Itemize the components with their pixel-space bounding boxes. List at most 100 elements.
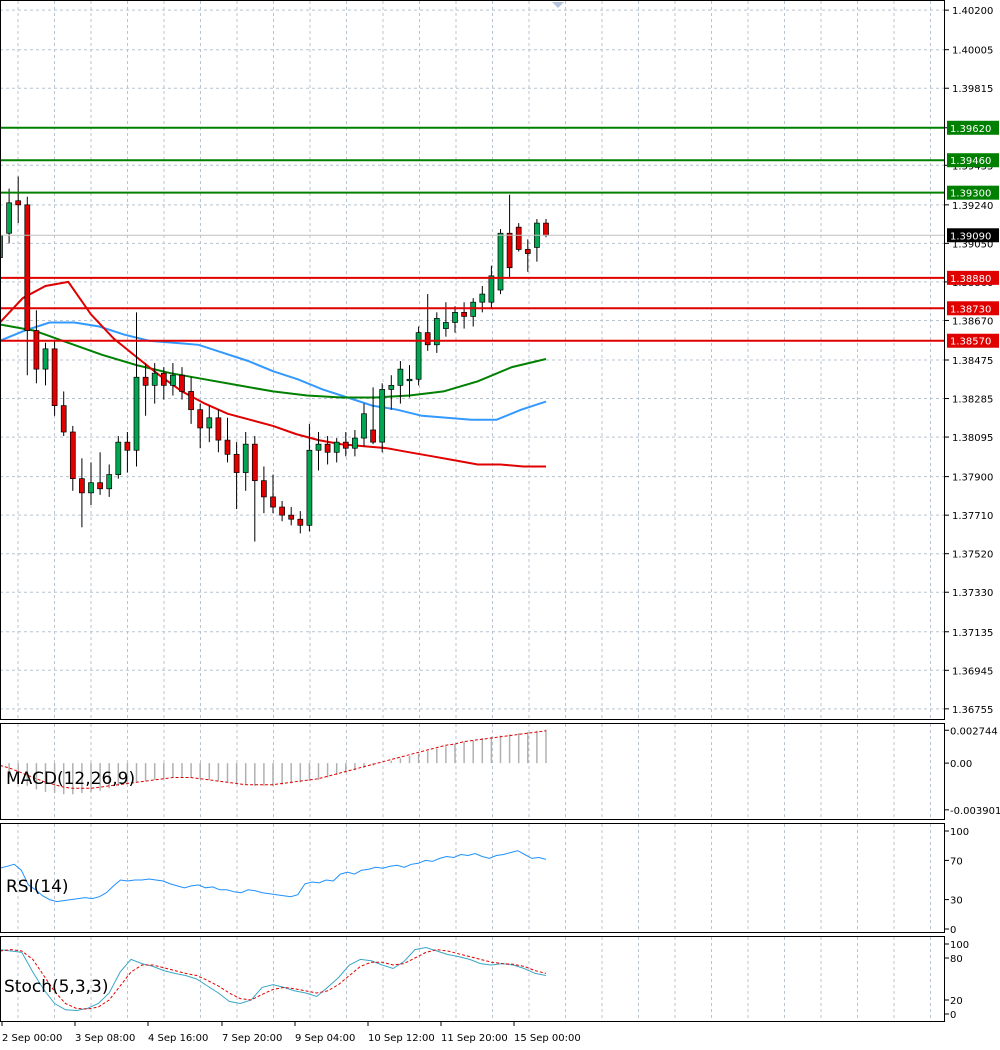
- candle-body: [261, 480, 267, 498]
- candle-body: [233, 453, 240, 473]
- stoch-tick-label: 20: [950, 996, 963, 1007]
- rsi-tick-label: 100: [950, 827, 969, 838]
- pane-frame: [0, 823, 945, 933]
- candle-body: [97, 482, 103, 490]
- candle-body: [424, 332, 431, 346]
- candle-body: [170, 374, 176, 386]
- scroll-marker-icon: [552, 2, 564, 8]
- time-tick-label: 11 Sep 20:00: [441, 1033, 508, 1044]
- candle-body: [406, 378, 413, 382]
- macd-tick-label: 0.002744: [950, 726, 998, 737]
- chart-canvas: MACD(12,26,9) RSI(14) Stoch(5,3,3) 1.402…: [0, 0, 1000, 1044]
- candle-body: [15, 200, 22, 206]
- grid-lines: [0, 1, 945, 1021]
- candle-body: [197, 409, 204, 429]
- stoch-tick-label: 100: [950, 940, 969, 951]
- pane-frame: [0, 0, 945, 720]
- time-tick-label: 10 Sep 12:00: [368, 1033, 435, 1044]
- candle-body: [297, 518, 304, 526]
- time-tick-label: 15 Sep 00:00: [514, 1033, 581, 1044]
- candle-body: [6, 202, 12, 234]
- candle-body: [452, 311, 458, 323]
- candle-body: [160, 372, 167, 386]
- rsi-line: [0, 850, 547, 903]
- candle-body: [333, 441, 340, 453]
- support-level-label: 1.38570: [950, 337, 991, 348]
- price-tick-label: 1.37330: [952, 588, 993, 599]
- candle-body: [361, 413, 367, 439]
- price-tick-label: 1.37710: [952, 511, 993, 522]
- support-level-label: 1.38730: [950, 304, 991, 315]
- price-tick-label: 1.38095: [952, 433, 993, 444]
- resistance-level-label: 1.39300: [950, 189, 991, 200]
- macd-tick-label: -0.003901: [950, 806, 1000, 817]
- candle-body: [443, 322, 449, 329]
- candle-body: [315, 443, 322, 451]
- candle-body: [470, 301, 477, 317]
- candle-body: [524, 249, 531, 254]
- candle-body: [397, 368, 404, 386]
- rsi-tick-label: 70: [950, 856, 963, 867]
- candle-body: [543, 222, 549, 236]
- candle-body: [324, 443, 331, 453]
- resistance-level-label: 1.39620: [950, 124, 991, 135]
- time-tick-label: 4 Sep 16:00: [148, 1033, 208, 1044]
- candle-body: [224, 439, 231, 455]
- candle-body: [124, 441, 131, 451]
- candle-body: [24, 204, 31, 331]
- candle-body: [251, 443, 258, 482]
- candle-body: [69, 431, 76, 479]
- price-tick-label: 1.37520: [952, 550, 993, 561]
- candle-body: [33, 330, 40, 370]
- candle-body: [115, 441, 122, 475]
- rsi-pane: RSI(14): [0, 850, 547, 903]
- rsi-tick-label: 0: [950, 925, 956, 936]
- candle-body: [279, 506, 285, 516]
- candle-body: [370, 429, 376, 443]
- price-tick-label: 1.37135: [952, 628, 993, 639]
- price-tick-label: 1.37900: [952, 473, 993, 484]
- macd-tick-label: 0.00: [950, 759, 972, 770]
- price-tick-label: 1.36755: [952, 705, 993, 716]
- candle-body: [79, 478, 85, 494]
- candle-body: [506, 232, 513, 269]
- time-tick-label: 2 Sep 00:00: [2, 1033, 62, 1044]
- price-tick-label: 1.39815: [952, 84, 993, 95]
- candle-body: [42, 348, 49, 370]
- current-price-label: 1.39090: [950, 231, 991, 242]
- candle-body: [379, 389, 386, 443]
- candle-body: [215, 417, 222, 441]
- candle-body: [488, 275, 495, 303]
- rsi-tick-label: 30: [950, 896, 963, 907]
- candle-body: [106, 474, 113, 490]
- stoch-tick-label: 0: [950, 1010, 956, 1021]
- candle-body: [342, 441, 349, 449]
- price-tick-label: 1.39240: [952, 201, 993, 212]
- candle-body: [288, 514, 295, 520]
- candle-body: [270, 496, 276, 508]
- stoch-label: Stoch(5,3,3): [4, 977, 109, 997]
- candle-body: [461, 311, 467, 317]
- price-tick-label: 1.38670: [952, 316, 993, 327]
- candle-body: [352, 437, 358, 449]
- candle-body: [179, 374, 185, 392]
- rsi-label: RSI(14): [6, 877, 69, 897]
- price-tick-label: 1.40200: [952, 6, 993, 17]
- stoch-tick-label: 80: [950, 954, 963, 965]
- candle-body: [133, 376, 140, 451]
- price-tick-label: 1.38285: [952, 395, 993, 406]
- candle-body: [51, 348, 58, 406]
- macd-label: MACD(12,26,9): [6, 769, 135, 789]
- candle-body: [242, 443, 249, 473]
- candle-body: [151, 372, 158, 386]
- time-tick-label: 7 Sep 20:00: [222, 1033, 282, 1044]
- time-tick-label: 9 Sep 04:00: [295, 1033, 355, 1044]
- candle-body: [306, 449, 313, 526]
- resistance-level-label: 1.39460: [950, 156, 991, 167]
- time-tick-label: 3 Sep 08:00: [75, 1033, 135, 1044]
- candle-body: [388, 385, 395, 390]
- pane-frame: [0, 723, 945, 820]
- axes: 1.402001.400051.398151.396201.394351.392…: [0, 0, 1000, 1044]
- candle-body: [206, 417, 213, 429]
- price-tick-label: 1.36945: [952, 666, 993, 677]
